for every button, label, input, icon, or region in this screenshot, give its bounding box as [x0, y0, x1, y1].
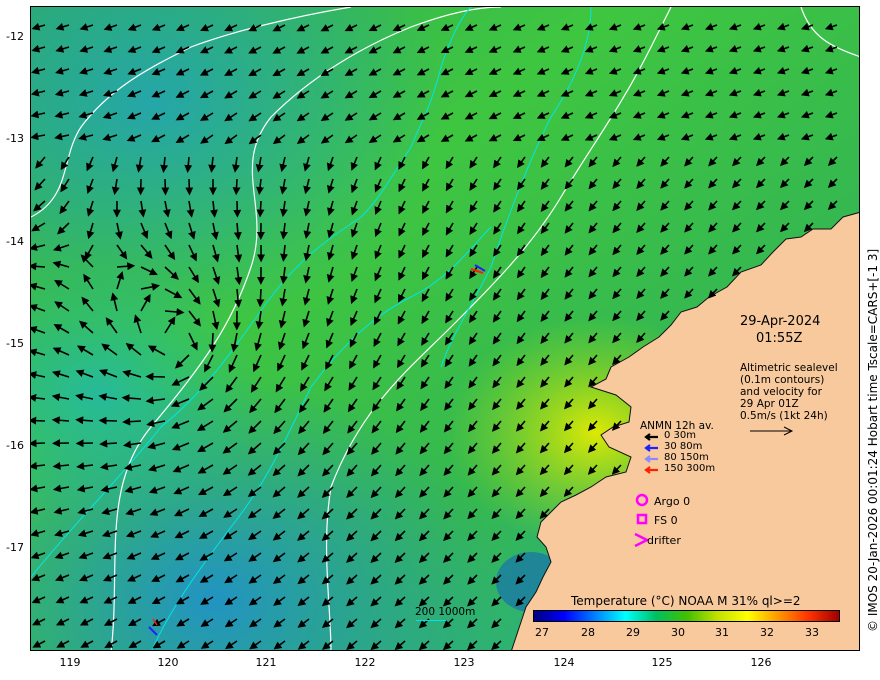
temperature-colorbar	[533, 610, 840, 622]
velocity-arrow	[99, 439, 118, 448]
anmn-legend-item: 80 150m	[664, 452, 709, 463]
colorbar-tick-label: 29	[626, 626, 640, 639]
x-tick-label: 126	[750, 656, 772, 669]
map-panel	[30, 6, 860, 651]
velocity-arrow	[122, 417, 142, 426]
y-tick-label: -14	[6, 235, 24, 248]
colorbar-tick-label: 31	[715, 626, 729, 639]
colorbar-tick-label: 32	[760, 626, 774, 639]
x-tick-label: 122	[354, 656, 376, 669]
y-tick-label: -16	[6, 439, 24, 452]
colorbar-tick-label: 27	[535, 626, 549, 639]
velocity-scale-arrow	[750, 426, 794, 436]
velocity-arrow	[98, 416, 118, 425]
y-tick-label: -12	[6, 30, 24, 43]
x-tick-label: 124	[553, 656, 575, 669]
velocity-arrow	[256, 200, 265, 218]
fs-legend-label: FS 0	[654, 514, 678, 527]
depth-scale-line	[416, 620, 446, 621]
anmn-legend-item: 150 300m	[664, 463, 716, 474]
x-tick-label: 120	[157, 656, 179, 669]
velocity-arrow	[185, 178, 194, 196]
velocity-arrow	[31, 439, 46, 448]
velocity-arrow	[232, 178, 241, 196]
sea-surface-temperature-map	[31, 7, 859, 650]
altimetry-text-line: Altimetric sealevel	[740, 362, 838, 374]
altimetry-text-line: (0.1m contours)	[740, 374, 825, 386]
colorbar-tick-label: 33	[805, 626, 819, 639]
y-tick-label: -13	[6, 132, 24, 145]
colorbar-title: Temperature (°C) NOAA M 31% ql>=2	[571, 594, 801, 608]
drifter-marker-icon	[634, 532, 650, 548]
date-label: 29-Apr-2024	[740, 314, 821, 329]
anmn-legend-swatches	[644, 433, 658, 474]
anmn-legend-item: 30 80m	[664, 441, 703, 452]
velocity-arrow	[145, 372, 166, 381]
x-tick-label: 123	[453, 656, 475, 669]
colorbar-tick-label: 28	[581, 626, 595, 639]
altimetry-text-line: 29 Apr 01Z	[740, 398, 799, 410]
argo-legend-label: Argo 0	[654, 495, 691, 508]
altimetry-text-line: 0.5m/s (1kt 24h)	[740, 410, 828, 422]
y-tick-label: -17	[6, 541, 24, 554]
velocity-arrow	[31, 262, 46, 271]
time-label: 01:55Z	[756, 331, 803, 346]
x-tick-label: 121	[255, 656, 277, 669]
anmn-legend-item: 0 30m	[664, 430, 697, 441]
velocity-arrow	[31, 416, 46, 425]
argo-marker-icon	[635, 493, 649, 507]
altimetry-text-line: and velocity for	[740, 386, 822, 398]
x-tick-label: 125	[651, 656, 673, 669]
y-tick-label: -15	[6, 337, 24, 350]
colorbar-tick-label: 30	[671, 626, 685, 639]
credit-text: © IMOS 20-Jan-2026 00:01:24 Hobart time …	[866, 248, 880, 632]
velocity-arrow	[208, 332, 217, 353]
velocity-arrow	[256, 288, 265, 308]
fs-marker-icon	[636, 513, 648, 525]
depth-scale-label: 200 1000m	[415, 606, 476, 618]
velocity-arrow	[161, 178, 170, 196]
drifter-legend-label: drifter	[647, 534, 681, 547]
x-tick-label: 119	[59, 656, 81, 669]
